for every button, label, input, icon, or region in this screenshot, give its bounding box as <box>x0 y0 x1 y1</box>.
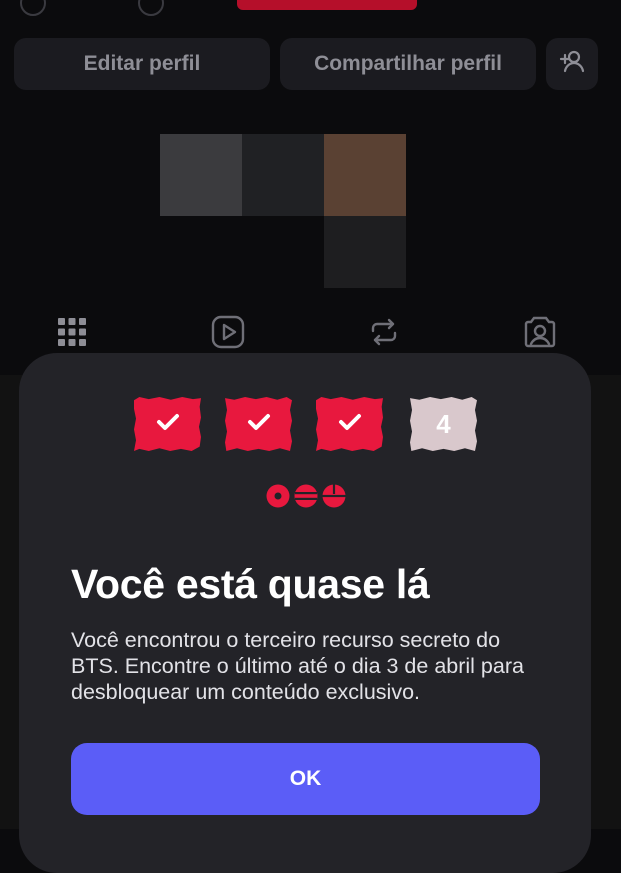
highlights-area <box>0 110 621 310</box>
check-icon <box>335 407 365 442</box>
tab-grid[interactable] <box>52 312 92 356</box>
share-profile-button[interactable]: Compartilhar perfil <box>280 38 536 90</box>
ok-button[interactable]: OK <box>71 743 540 815</box>
stamp-pending: 4 <box>410 397 477 451</box>
add-person-icon <box>558 47 586 81</box>
grid-icon <box>54 314 90 355</box>
stamp-completed <box>316 397 383 451</box>
add-person-button[interactable] <box>546 38 598 90</box>
partial-red-banner <box>237 0 417 10</box>
secret-feature-modal: 4 Você está quase lá Você encontrou o te… <box>19 353 591 873</box>
share-profile-label: Compartilhar perfil <box>314 52 502 75</box>
highlight-thumb[interactable] <box>324 216 406 288</box>
modal-title: Você está quase lá <box>71 561 430 607</box>
stamp-number: 4 <box>436 408 451 439</box>
tab-tagged[interactable] <box>520 312 560 356</box>
reposts-icon <box>366 314 402 355</box>
modal-description: Você encontrou o terceiro recurso secret… <box>71 628 524 704</box>
highlight-thumb[interactable] <box>324 134 406 216</box>
edit-profile-label: Editar perfil <box>83 52 201 75</box>
progress-stamps: 4 <box>19 397 591 455</box>
stamp-completed <box>225 397 292 451</box>
profile-tabs <box>0 312 621 356</box>
tagged-icon <box>522 314 558 355</box>
highlight-thumb[interactable] <box>160 134 242 216</box>
top-partial-bar <box>0 0 621 16</box>
reels-icon <box>210 314 246 355</box>
partial-icon <box>20 0 46 16</box>
bts-logo-icon <box>265 483 347 509</box>
partial-icon <box>138 0 164 16</box>
highlight-thumb[interactable] <box>242 134 324 216</box>
check-icon <box>244 407 274 442</box>
tab-reposts[interactable] <box>364 312 404 356</box>
check-icon <box>153 407 183 442</box>
edit-profile-button[interactable]: Editar perfil <box>14 38 270 90</box>
stamp-completed <box>134 397 201 451</box>
tab-reels[interactable] <box>208 312 248 356</box>
ok-label: OK <box>289 767 322 790</box>
